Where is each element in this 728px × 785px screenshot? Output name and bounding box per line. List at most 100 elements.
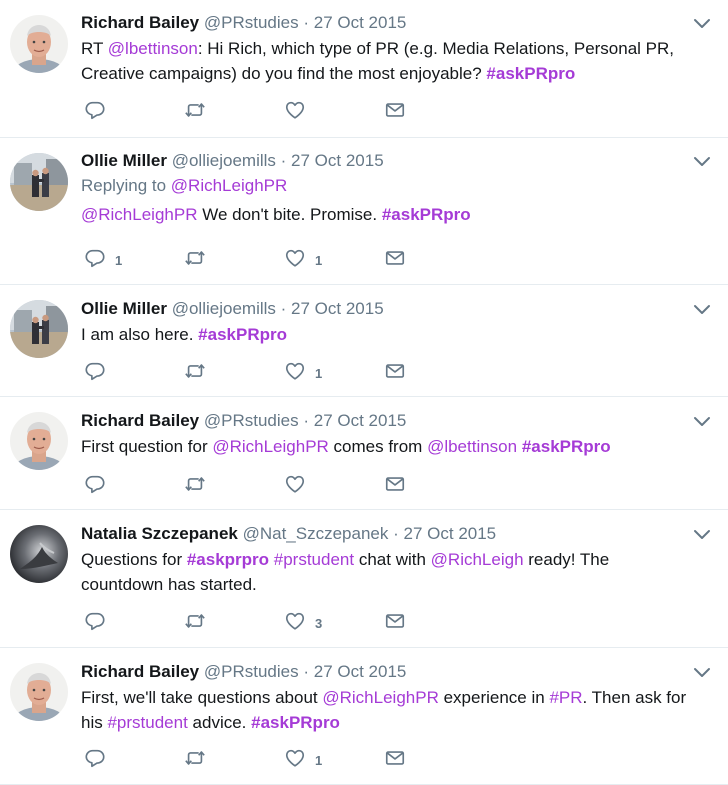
tweet-content: Richard Bailey @PRstudies · 27 Oct 2015 F…: [81, 661, 692, 735]
tweet-date[interactable]: 27 Oct 2015: [314, 662, 407, 681]
message-button[interactable]: [384, 611, 406, 635]
like-count: 1: [315, 365, 323, 381]
reply-button[interactable]: 1: [84, 248, 122, 272]
tweet[interactable]: Ollie Miller @olliejoemills · 27 Oct 201…: [0, 285, 728, 397]
tweet[interactable]: Richard Bailey @PRstudies · 27 Oct 2015 F…: [0, 648, 728, 785]
hashtag-link[interactable]: #prstudent: [274, 550, 354, 569]
author-handle[interactable]: @PRstudies: [204, 662, 299, 681]
text-run: First question for: [81, 437, 213, 456]
mention-link[interactable]: @RichLeigh: [431, 550, 524, 569]
message-button[interactable]: [384, 748, 406, 772]
hashtag-link[interactable]: #askPRpro: [198, 325, 287, 344]
heart-icon: [284, 247, 306, 274]
mention-link[interactable]: @lbettinson: [108, 39, 198, 58]
message-button[interactable]: [384, 474, 406, 498]
avatar[interactable]: [10, 300, 68, 358]
author-handle[interactable]: @PRstudies: [204, 411, 299, 430]
tweet[interactable]: Natalia Szczepanek @Nat_Szczepanek · 27 …: [0, 510, 728, 648]
retweet-button[interactable]: [184, 361, 206, 385]
mention-link[interactable]: @lbettinson: [427, 437, 517, 456]
tweet-date[interactable]: 27 Oct 2015: [291, 299, 384, 318]
author-handle[interactable]: @Nat_Szczepanek: [243, 524, 389, 543]
separator-dot: ·: [303, 411, 309, 430]
like-button[interactable]: 1: [284, 748, 322, 772]
message-button[interactable]: [384, 100, 406, 124]
tweet-header: Richard Bailey @PRstudies · 27 Oct 2015: [81, 661, 692, 683]
reply-button[interactable]: [84, 361, 106, 385]
author-name[interactable]: Natalia Szczepanek: [81, 524, 238, 543]
hashtag-link[interactable]: #prstudent: [107, 713, 187, 732]
author-handle[interactable]: @PRstudies: [204, 13, 299, 32]
retweet-icon: [184, 360, 206, 387]
tweet[interactable]: Richard Bailey @PRstudies · 27 Oct 2015 F…: [0, 397, 728, 510]
chevron-down-icon[interactable]: [693, 666, 711, 678]
author-handle[interactable]: @olliejoemills: [172, 299, 276, 318]
reply-button[interactable]: [84, 611, 106, 635]
avatar[interactable]: [10, 525, 68, 583]
author-name[interactable]: Richard Bailey: [81, 411, 199, 430]
separator-dot: ·: [280, 299, 287, 318]
avatar[interactable]: [10, 412, 68, 470]
author-name[interactable]: Richard Bailey: [81, 662, 199, 681]
tweet-header: Richard Bailey @PRstudies · 27 Oct 2015: [81, 12, 692, 34]
retweet-button[interactable]: [184, 611, 206, 635]
like-button[interactable]: 1: [284, 248, 322, 272]
tweet-date[interactable]: 27 Oct 2015: [314, 411, 407, 430]
tweet[interactable]: Richard Bailey @PRstudies · 27 Oct 2015 R…: [0, 0, 728, 138]
tweet-header: Richard Bailey @PRstudies · 27 Oct 2015: [81, 410, 692, 432]
avatar[interactable]: [10, 153, 68, 211]
chevron-down-icon[interactable]: [693, 303, 711, 315]
hashtag-link[interactable]: #askPRpro: [522, 437, 611, 456]
like-button[interactable]: [284, 100, 306, 124]
mention-link[interactable]: @RichLeighPR: [171, 176, 287, 195]
retweet-icon: [184, 747, 206, 774]
author-name[interactable]: Ollie Miller: [81, 151, 167, 170]
like-count: 1: [315, 752, 323, 768]
like-button[interactable]: [284, 474, 306, 498]
tweet-text-line: his #prstudent advice. #askPRpro: [81, 710, 692, 735]
like-button[interactable]: 3: [284, 611, 322, 635]
heart-icon: [284, 610, 306, 637]
mention-link[interactable]: @RichLeighPR: [212, 437, 328, 456]
tweet-content: Richard Bailey @PRstudies · 27 Oct 2015 R…: [81, 12, 692, 86]
tweet[interactable]: Ollie Miller @olliejoemills · 27 Oct 201…: [0, 138, 728, 285]
like-count: 1: [315, 252, 323, 268]
hashtag-link[interactable]: #askPRpro: [486, 64, 575, 83]
text-run: Creative campaigns) do you find the most…: [81, 64, 487, 83]
reply-button[interactable]: [84, 474, 106, 498]
chevron-down-icon[interactable]: [693, 17, 711, 29]
text-run: chat with: [354, 550, 431, 569]
retweet-button[interactable]: [184, 474, 206, 498]
avatar[interactable]: [10, 663, 68, 721]
hashtag-link[interactable]: #PR: [549, 688, 582, 707]
chevron-down-icon[interactable]: [693, 155, 711, 167]
avatar[interactable]: [10, 15, 68, 73]
chevron-down-icon[interactable]: [693, 415, 711, 427]
author-handle[interactable]: @olliejoemills: [172, 151, 276, 170]
tweet-date[interactable]: 27 Oct 2015: [291, 151, 384, 170]
retweet-button[interactable]: [184, 748, 206, 772]
tweet-date[interactable]: 27 Oct 2015: [404, 524, 497, 543]
reply-button[interactable]: [84, 748, 106, 772]
tweet-text: @RichLeighPR We don't bite. Promise. #as…: [81, 202, 692, 227]
retweet-button[interactable]: [184, 100, 206, 124]
reply-button[interactable]: [84, 100, 106, 124]
text-run: . Then ask for: [582, 688, 687, 707]
message-button[interactable]: [384, 248, 406, 272]
tweet-header: Ollie Miller @olliejoemills · 27 Oct 201…: [81, 298, 692, 320]
hashtag-link[interactable]: #askPRpro: [251, 713, 340, 732]
text-run: : Hi Rich, which type of PR (e.g. Media …: [197, 39, 675, 58]
author-name[interactable]: Richard Bailey: [81, 13, 199, 32]
chevron-down-icon[interactable]: [693, 528, 711, 540]
author-name[interactable]: Ollie Miller: [81, 299, 167, 318]
retweet-button[interactable]: [184, 248, 206, 272]
hashtag-link[interactable]: #askPRpro: [382, 205, 471, 224]
message-button[interactable]: [384, 361, 406, 385]
hashtag-link[interactable]: #askprpro: [187, 550, 269, 569]
mention-link[interactable]: @RichLeighPR: [81, 205, 197, 224]
tweet-header: Natalia Szczepanek @Nat_Szczepanek · 27 …: [81, 523, 692, 545]
mention-link[interactable]: @RichLeighPR: [322, 688, 438, 707]
tweet-date[interactable]: 27 Oct 2015: [314, 13, 407, 32]
like-button[interactable]: 1: [284, 361, 322, 385]
text-run: Questions for: [81, 550, 187, 569]
